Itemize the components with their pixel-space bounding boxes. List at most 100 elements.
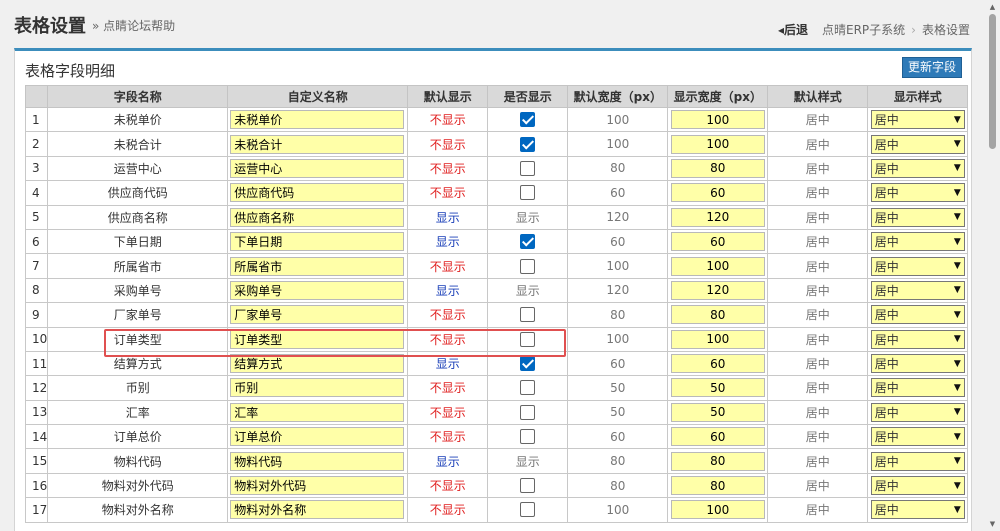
show-style-select[interactable]: 居中 ▼: [870, 427, 965, 447]
default-width: 60: [567, 180, 669, 206]
show-style-select[interactable]: 居中 ▼: [870, 232, 965, 252]
show-width-input[interactable]: [670, 158, 765, 178]
show-width-input[interactable]: [670, 378, 765, 398]
show-style-select[interactable]: 居中 ▼: [870, 476, 965, 496]
row-index: 7: [24, 253, 49, 279]
default-width: 120: [567, 204, 669, 230]
show-style-select[interactable]: 居中 ▼: [870, 158, 965, 178]
table-row: 1未税单价 不显示 100 居中居中 ▼: [24, 106, 969, 133]
custom-name-cell: [227, 399, 409, 426]
table-row: 2未税合计 不显示 100 居中居中 ▼: [24, 131, 969, 157]
breadcrumb-item-erp[interactable]: 点晴ERP子系统: [822, 23, 905, 37]
show-checkbox[interactable]: [520, 234, 536, 250]
show-checkbox[interactable]: [520, 502, 536, 518]
custom-name-input[interactable]: [230, 110, 405, 130]
default-width: 80: [567, 472, 669, 499]
custom-name-input[interactable]: [230, 232, 405, 252]
default-width: 60: [567, 424, 669, 450]
show-width-cell: [667, 204, 769, 230]
table-row: 7所属省市 不显示 100 居中居中 ▼: [24, 253, 969, 279]
col-is-show-header: 是否显示: [487, 85, 569, 108]
show-style-select[interactable]: 居中 ▼: [870, 451, 965, 471]
custom-name-input[interactable]: [230, 378, 405, 398]
custom-name-cell: [227, 472, 409, 499]
show-checkbox[interactable]: [520, 380, 536, 396]
show-style-select[interactable]: 居中 ▼: [870, 280, 965, 300]
show-width-input[interactable]: [670, 500, 765, 520]
default-style: 居中: [767, 375, 869, 401]
custom-name-cell: [227, 302, 409, 328]
custom-name-input[interactable]: [230, 427, 405, 447]
custom-name-input[interactable]: [230, 329, 405, 349]
default-show: 显示: [407, 204, 489, 230]
show-style-select[interactable]: 居中 ▼: [870, 110, 965, 130]
show-width-input[interactable]: [670, 427, 765, 447]
show-style-select[interactable]: 居中 ▼: [870, 500, 965, 520]
custom-name-input[interactable]: [230, 134, 405, 154]
show-width-input[interactable]: [670, 451, 765, 471]
show-style-select[interactable]: 居中 ▼: [870, 134, 965, 154]
is-show-cell: [487, 253, 569, 279]
update-fields-button[interactable]: 更新字段: [901, 57, 962, 78]
show-checkbox[interactable]: [520, 307, 536, 323]
show-style-select[interactable]: 居中 ▼: [870, 354, 965, 374]
show-checkbox[interactable]: [520, 404, 536, 420]
back-button[interactable]: ◂后退: [778, 21, 808, 38]
is-show-cell: [487, 106, 569, 133]
chevron-down-icon: ▼: [953, 431, 961, 442]
show-width-input[interactable]: [670, 280, 765, 300]
show-width-input[interactable]: [670, 232, 765, 252]
show-checkbox[interactable]: [520, 185, 536, 201]
scroll-up-icon[interactable]: ▲: [988, 3, 997, 11]
custom-name-input[interactable]: [230, 402, 405, 422]
custom-name-input[interactable]: [230, 280, 405, 300]
show-width-input[interactable]: [670, 183, 765, 203]
show-checkbox[interactable]: [520, 160, 536, 176]
custom-name-input[interactable]: [230, 207, 405, 227]
show-style-select[interactable]: 居中 ▼: [870, 329, 965, 349]
show-checkbox[interactable]: [520, 478, 536, 494]
show-checkbox[interactable]: [520, 429, 536, 445]
vertical-scrollbar[interactable]: ▲ ▼: [985, 0, 1000, 531]
show-checkbox[interactable]: [520, 112, 536, 128]
custom-name-input[interactable]: [230, 158, 405, 178]
default-style: 居中: [767, 204, 869, 230]
show-width-input[interactable]: [670, 354, 765, 374]
show-width-input[interactable]: [670, 110, 765, 130]
show-style-select[interactable]: 居中 ▼: [870, 256, 965, 276]
show-checkbox[interactable]: [520, 136, 536, 152]
show-width-input[interactable]: [670, 329, 765, 349]
show-style-select[interactable]: 居中 ▼: [870, 183, 965, 203]
show-style-select[interactable]: 居中 ▼: [870, 305, 965, 325]
show-checkbox[interactable]: [520, 331, 536, 347]
default-show: 不显示: [407, 399, 489, 426]
show-style-select[interactable]: 居中 ▼: [870, 207, 965, 227]
custom-name-input[interactable]: [230, 183, 405, 203]
show-checkbox[interactable]: [520, 258, 536, 274]
custom-name-input[interactable]: [230, 354, 405, 374]
show-style-select[interactable]: 居中 ▼: [870, 402, 965, 422]
custom-name-cell: [227, 424, 409, 450]
custom-name-input[interactable]: [230, 305, 405, 325]
forum-help-link[interactable]: » 点睛论坛帮助: [92, 17, 175, 34]
scroll-thumb[interactable]: [989, 14, 996, 149]
custom-name-input[interactable]: [230, 451, 405, 471]
show-width-input[interactable]: [670, 305, 765, 325]
show-style-cell: 居中 ▼: [867, 131, 969, 157]
show-style-value: 居中: [874, 405, 899, 420]
show-checkbox[interactable]: [520, 356, 536, 372]
breadcrumb-item-current: 表格设置: [921, 23, 970, 37]
custom-name-input[interactable]: [230, 500, 405, 520]
custom-name-input[interactable]: [230, 256, 405, 276]
show-width-input[interactable]: [670, 476, 765, 496]
show-width-input[interactable]: [670, 402, 765, 422]
show-style-select[interactable]: 居中 ▼: [870, 378, 965, 398]
show-width-input[interactable]: [670, 256, 765, 276]
chevron-down-icon: ▼: [953, 236, 961, 247]
page-header: 表格设置 » 点睛论坛帮助 ◂后退 点晴ERP子系统 › 表格设置: [0, 0, 985, 48]
table-row: 3运营中心 不显示 80 居中居中 ▼: [24, 155, 969, 182]
show-width-input[interactable]: [670, 134, 765, 154]
show-width-input[interactable]: [670, 207, 765, 227]
custom-name-input[interactable]: [230, 476, 405, 496]
scroll-down-icon[interactable]: ▼: [988, 520, 997, 528]
